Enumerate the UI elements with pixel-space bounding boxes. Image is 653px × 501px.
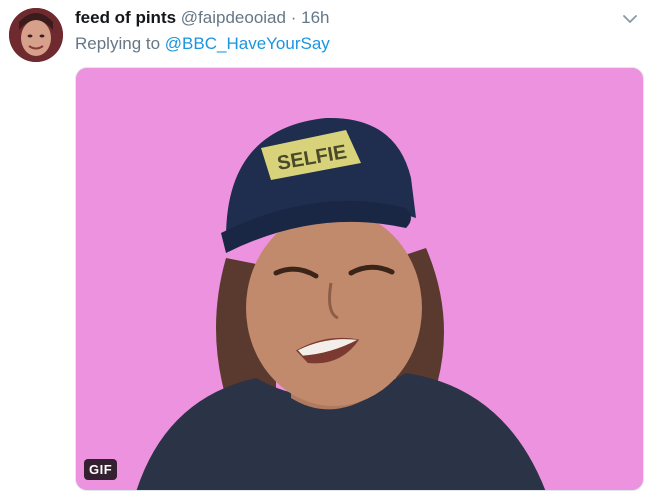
replying-to-line: Replying to @BBC_HaveYourSay	[75, 33, 330, 55]
chevron-down-icon[interactable]	[621, 10, 639, 28]
tweet: feed of pints @faipdeooiad · 16h Replyin…	[0, 0, 653, 501]
replying-to-link[interactable]: @BBC_HaveYourSay	[165, 34, 330, 53]
gif-frame-image: SELFIE	[76, 68, 643, 490]
gif-media[interactable]: SELFIE GIF	[75, 67, 644, 491]
tweet-header: feed of pints @faipdeooiad · 16h	[75, 7, 329, 29]
display-name[interactable]: feed of pints	[75, 8, 176, 27]
replying-to-label: Replying to	[75, 34, 161, 53]
timestamp[interactable]: 16h	[301, 8, 329, 27]
user-handle[interactable]: @faipdeooiad	[181, 8, 286, 27]
separator-dot: ·	[290, 8, 297, 27]
avatar[interactable]	[9, 8, 63, 62]
gif-badge: GIF	[84, 459, 118, 480]
